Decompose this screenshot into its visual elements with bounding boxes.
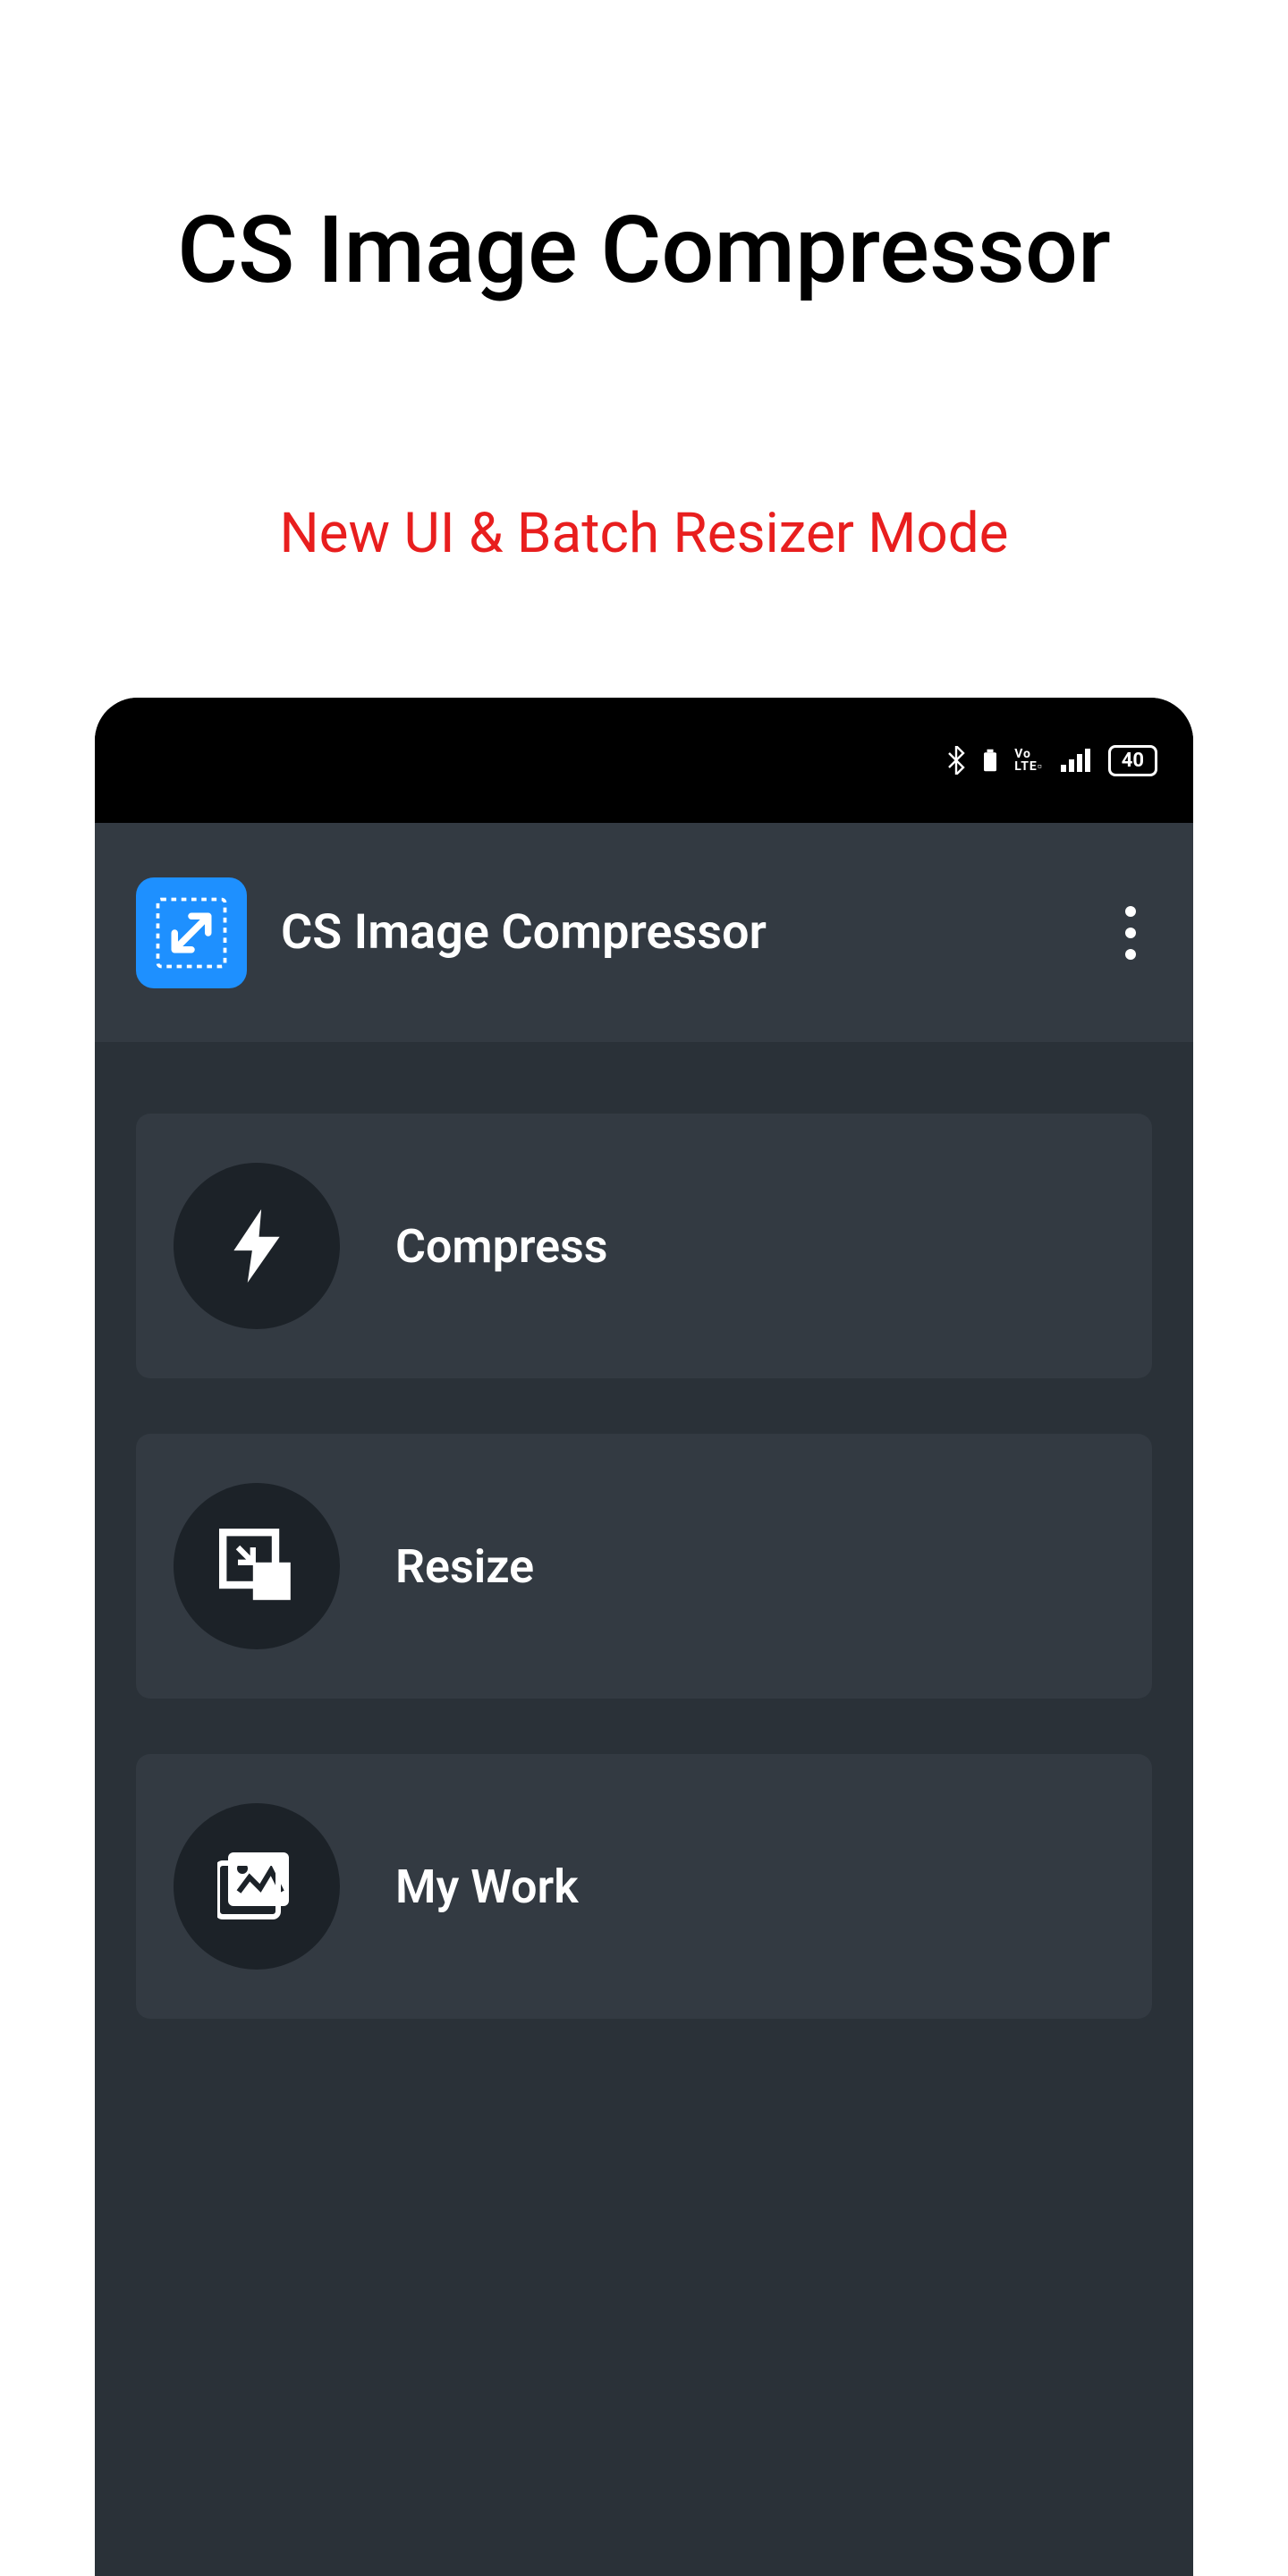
flash-icon bbox=[174, 1163, 340, 1329]
app-logo-icon bbox=[136, 877, 247, 988]
resize-icon bbox=[174, 1483, 340, 1649]
compress-button[interactable]: Compress bbox=[136, 1114, 1152, 1378]
resize-button[interactable]: Resize bbox=[136, 1434, 1152, 1699]
app-title: CS Image Compressor bbox=[281, 904, 1075, 961]
promo-subtitle: New UI & Batch Resizer Mode bbox=[0, 501, 1288, 566]
my-work-button[interactable]: My Work bbox=[136, 1754, 1152, 2019]
menu-item-label: My Work bbox=[395, 1860, 579, 1914]
app-screen: CS Image Compressor Compress bbox=[95, 823, 1193, 2576]
bluetooth-icon bbox=[946, 746, 966, 775]
app-content: Compress Resize bbox=[95, 1042, 1193, 2576]
battery-small-icon bbox=[984, 748, 996, 773]
app-header: CS Image Compressor bbox=[95, 823, 1193, 1042]
volte-indicator: Vo LTE▫ bbox=[1014, 748, 1043, 773]
menu-item-label: Resize bbox=[395, 1539, 534, 1594]
status-bar: Vo LTE▫ 40 bbox=[95, 698, 1193, 823]
battery-indicator: 40 bbox=[1108, 745, 1157, 776]
promo-title: CS Image Compressor bbox=[0, 197, 1288, 305]
phone-frame: Vo LTE▫ 40 CS Image Compressor bbox=[95, 698, 1193, 2576]
signal-icon bbox=[1061, 749, 1090, 772]
menu-item-label: Compress bbox=[395, 1219, 608, 1274]
overflow-menu-button[interactable] bbox=[1109, 897, 1152, 969]
gallery-icon bbox=[174, 1803, 340, 1970]
